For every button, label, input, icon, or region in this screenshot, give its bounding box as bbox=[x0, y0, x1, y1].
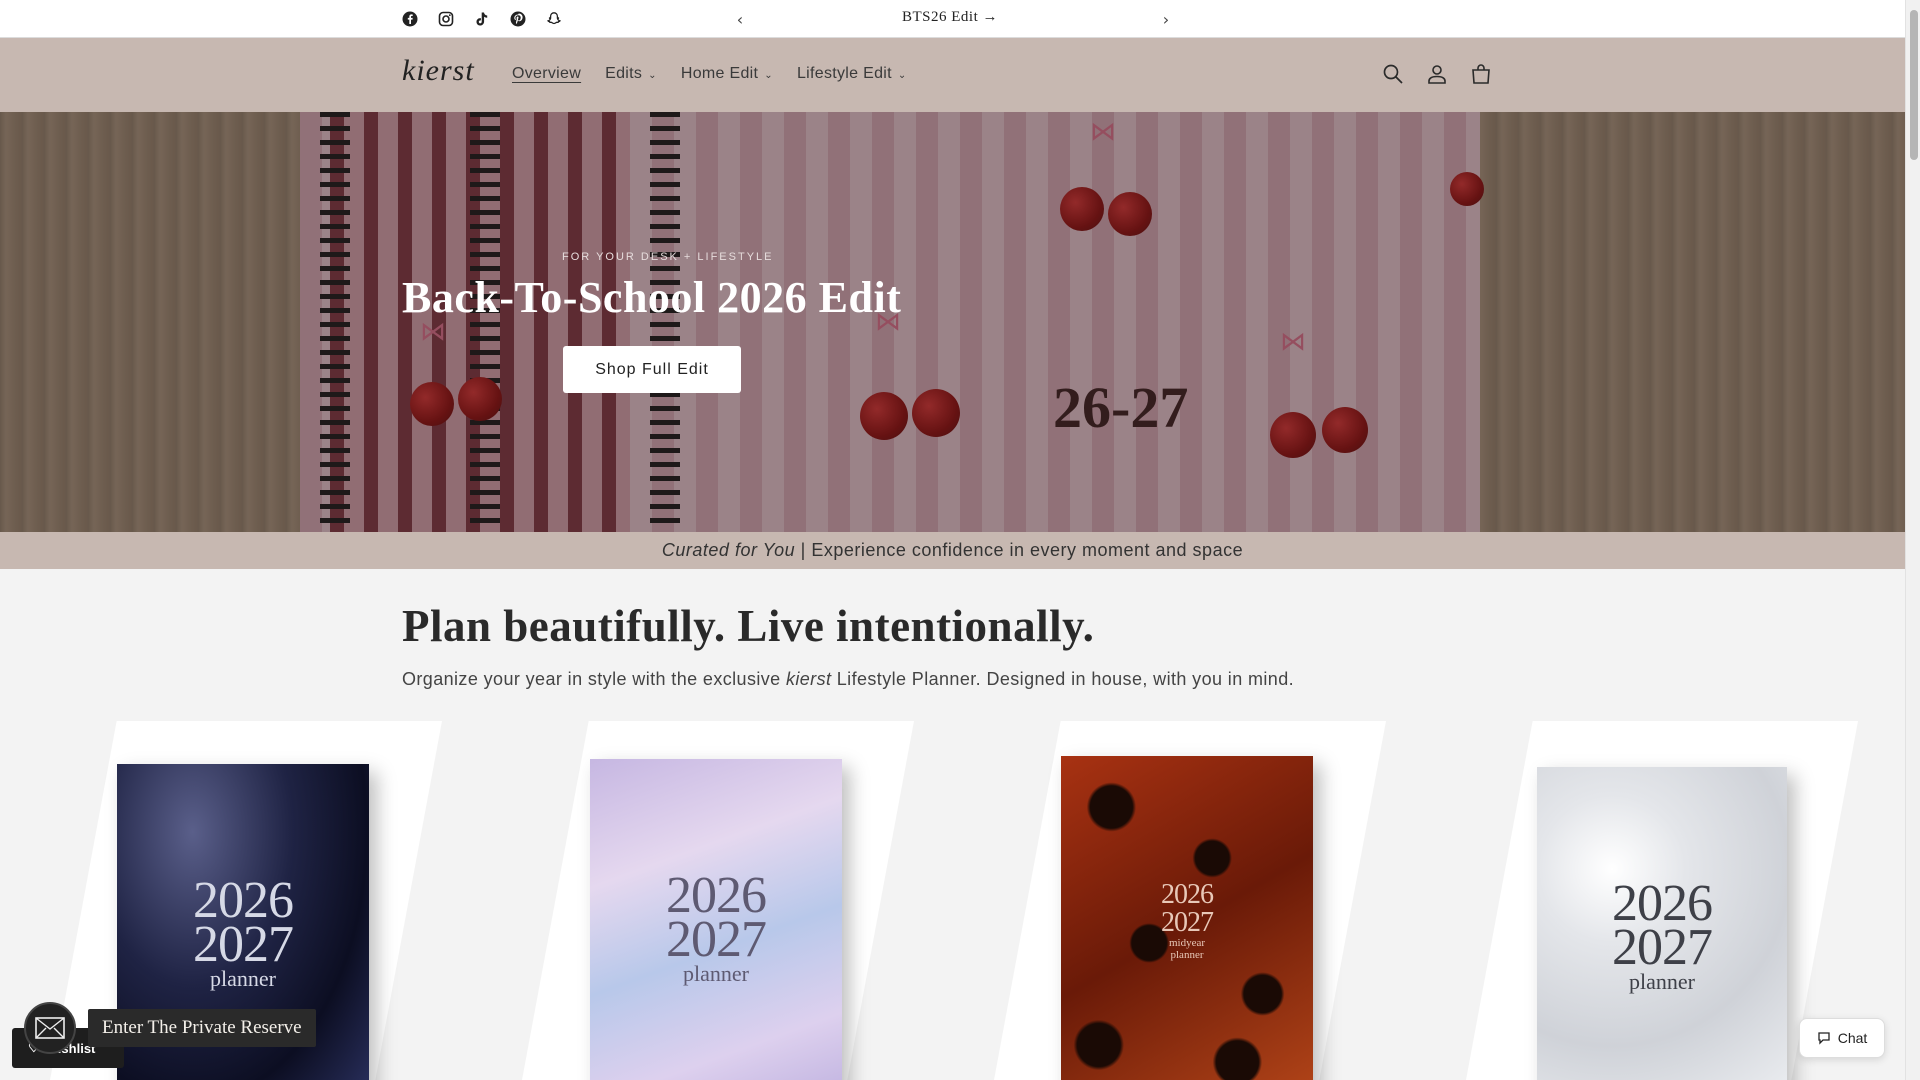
nav-item-overview[interactable]: Overview bbox=[512, 65, 581, 83]
cover-year: 2027 bbox=[193, 916, 294, 973]
cover-year: 2027 bbox=[666, 911, 767, 968]
section-title: Plan beautifully. Live intentionally. bbox=[402, 601, 1095, 651]
cover-year: 2027 bbox=[1161, 907, 1214, 938]
hero-kicker: FOR YOUR DESK + LIFESTYLE bbox=[562, 251, 774, 263]
nav-item-edits[interactable]: Edits ⌄ bbox=[605, 65, 657, 83]
social-links bbox=[400, 9, 563, 28]
page-scrollbar[interactable] bbox=[1905, 0, 1920, 1080]
chevron-down-icon: ⌄ bbox=[648, 69, 657, 81]
private-reserve-widget[interactable]: Enter The Private Reserve bbox=[24, 1001, 316, 1055]
tagline-italic: Curated for You bbox=[661, 540, 796, 560]
chat-button[interactable]: Chat bbox=[1799, 1018, 1885, 1058]
search-icon[interactable] bbox=[1382, 63, 1406, 87]
chevron-right-icon: › bbox=[1162, 9, 1170, 29]
nav-item-home-edit[interactable]: Home Edit ⌄ bbox=[681, 65, 773, 83]
cover-year: 2027 bbox=[1612, 919, 1713, 976]
brand-name: kierst bbox=[785, 669, 832, 689]
subtitle-part: Lifestyle Planner. Designed in house, wi… bbox=[831, 669, 1295, 689]
hero-overlay bbox=[0, 112, 1905, 532]
tagline-text: | Experience confidence in every moment … bbox=[795, 540, 1244, 560]
product-card[interactable]: 2026 2027 planner bbox=[522, 721, 914, 1080]
chevron-down-icon: ⌄ bbox=[897, 69, 907, 81]
cover-label: planner bbox=[1629, 969, 1695, 994]
private-reserve-label: Enter The Private Reserve bbox=[88, 1009, 316, 1047]
announcement-prev-button[interactable]: ‹ bbox=[729, 8, 751, 30]
subtitle-part: Organize your year in style with the exc… bbox=[402, 669, 786, 689]
announcement-bar: ‹ BTS26 Edit → › bbox=[0, 0, 1905, 38]
shop-full-edit-button[interactable]: Shop Full Edit bbox=[563, 346, 741, 393]
product-image: 2026 2027 planner bbox=[1537, 767, 1787, 1080]
main-nav: Overview Edits ⌄ Home Edit ⌄ Lifestyle Edi… bbox=[512, 65, 907, 83]
cover-label: planner bbox=[683, 961, 749, 986]
instagram-icon[interactable] bbox=[436, 9, 455, 28]
chevron-left-icon: ‹ bbox=[736, 9, 744, 29]
logo-text: kierst bbox=[402, 54, 475, 87]
cover-sublabel: midyear bbox=[1168, 937, 1206, 949]
announcement-link[interactable]: BTS26 Edit → bbox=[800, 9, 1100, 26]
chat-bubble-icon bbox=[1818, 1032, 1830, 1045]
announcement-text: BTS26 Edit bbox=[901, 9, 979, 25]
arrow-right-icon: → bbox=[982, 9, 998, 25]
snapchat-icon[interactable] bbox=[544, 9, 563, 28]
cover-label: planner bbox=[210, 966, 276, 991]
site-logo[interactable]: kierst bbox=[402, 54, 475, 88]
nav-label: Home Edit bbox=[680, 65, 759, 82]
nav-label: Overview bbox=[512, 65, 582, 82]
header-icons bbox=[1382, 63, 1494, 87]
product-image: 2026 2027 midyear planner bbox=[1061, 756, 1313, 1080]
facebook-icon[interactable] bbox=[400, 9, 419, 28]
cover-year: 2026 bbox=[1161, 879, 1214, 910]
announcement-next-button[interactable]: › bbox=[1155, 8, 1177, 30]
hero-banner: ⋈ ⋈ ⋈ ⋈ 26-27 FOR YOUR DESK + LIFESTYLE … bbox=[0, 112, 1905, 532]
product-card[interactable]: 2026 2027 midyear planner bbox=[994, 721, 1386, 1080]
nav-label: Edits bbox=[605, 65, 643, 82]
pinterest-icon[interactable] bbox=[508, 9, 527, 28]
tiktok-icon[interactable] bbox=[472, 9, 491, 28]
nav-label: Lifestyle Edit bbox=[796, 65, 892, 82]
account-icon[interactable] bbox=[1426, 63, 1450, 87]
product-image: 2026 2027 planner bbox=[590, 759, 842, 1080]
cover-label: planner bbox=[1170, 949, 1204, 961]
site-header: kierst Overview Edits ⌄ Home Edit ⌄ Lifest… bbox=[0, 38, 1905, 112]
cart-icon[interactable] bbox=[1470, 63, 1494, 87]
section-subtitle: Organize your year in style with the exc… bbox=[402, 669, 1294, 690]
hero-title: Back-To-School 2026 Edit bbox=[402, 273, 902, 322]
scrollbar-thumb[interactable] bbox=[1910, 10, 1918, 160]
tagline-band: Curated for You | Experience confidence … bbox=[0, 532, 1905, 569]
envelope-icon bbox=[24, 1002, 76, 1054]
nav-item-lifestyle-edit[interactable]: Lifestyle Edit ⌄ bbox=[797, 65, 907, 83]
chat-label: Chat bbox=[1837, 1030, 1868, 1046]
chevron-down-icon: ⌄ bbox=[764, 69, 773, 81]
